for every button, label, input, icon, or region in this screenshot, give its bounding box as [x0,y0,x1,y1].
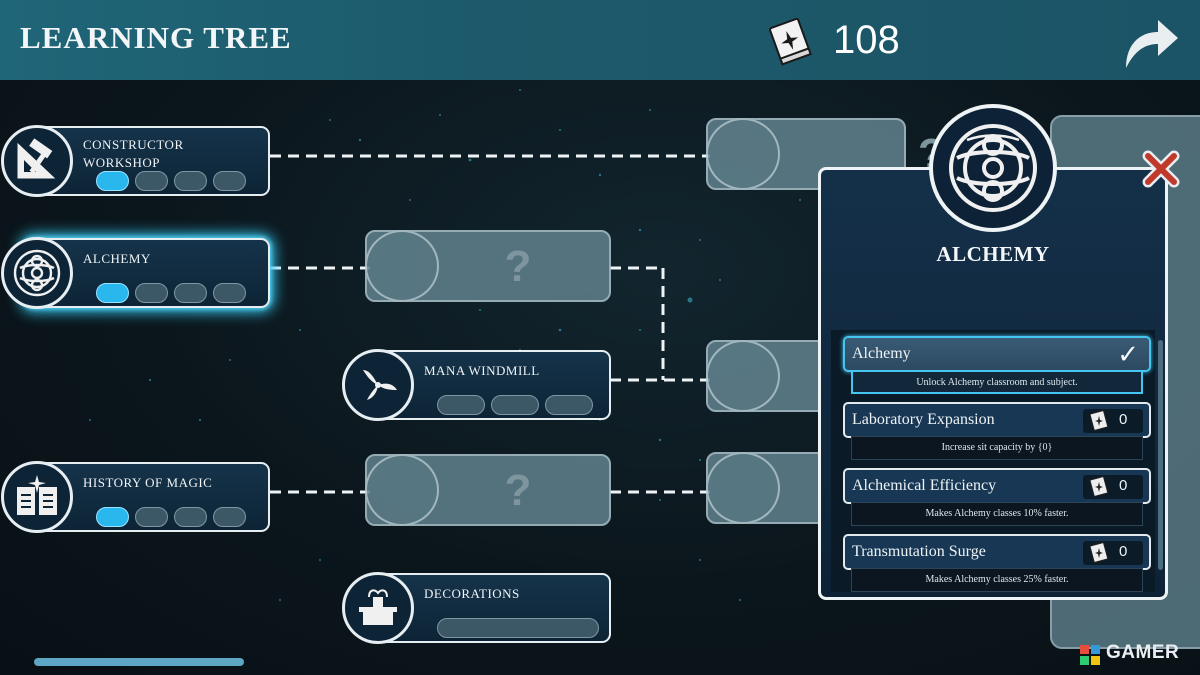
cost-value: 0 [1119,477,1128,494]
upgrade-name: Alchemical Efficiency [852,477,997,494]
level-pip [437,395,485,415]
locked-node[interactable]: ? [365,454,611,526]
close-x-icon [1142,150,1180,188]
upgrade-list-scrollbar[interactable] [1158,340,1163,570]
tree-node-mana-windmill[interactable]: MANA WINDMILL [342,349,611,421]
upgrade-description: Makes Alchemy classes 25% faster. [851,568,1143,592]
node-label: CONSTRUCTOR [83,137,184,152]
cost-value: 0 [1119,411,1128,428]
level-pips [437,618,599,638]
level-pip [545,395,593,415]
node-label: HISTORY OF MAGIC [83,475,213,490]
upgrade-cost: 0 [1083,409,1143,433]
alchemy-circle-icon [929,104,1057,232]
locked-question-mark: ? [504,242,532,291]
level-pip [213,283,246,303]
hammer-ruler-icon [1,125,73,197]
cost-value: 0 [1119,543,1128,560]
upgrade-name: Transmutation Surge [852,543,986,560]
horizontal-scrollbar[interactable] [34,658,244,666]
level-pips [96,283,246,303]
node-label: MANA WINDMILL [424,363,540,378]
level-pip [437,618,599,638]
upgrade-header[interactable]: Laboratory Expansion 0 [843,402,1151,438]
upgrade-description: Increase sit capacity by {0} [851,436,1143,460]
level-pip [96,283,129,303]
upgrade-cost: 0 [1083,475,1143,499]
locked-node-badge [706,452,780,524]
level-pip [135,283,168,303]
watermark-text: GAMER [1106,642,1180,663]
open-book-icon [1,461,73,533]
upgrade-description: Makes Alchemy classes 10% faster. [851,502,1143,526]
tree-node-decorations[interactable]: DECORATIONS [342,572,611,644]
fountain-icon [342,572,414,644]
level-pip [96,171,129,191]
level-pip [135,171,168,191]
spellbook-icon [1089,542,1109,564]
node-label: WORKSHOP [83,155,160,170]
watermark-logo-icon [1080,645,1100,665]
checkmark-icon: ✓ [1117,340,1139,370]
upgrade-name: Alchemy [852,345,911,362]
locked-node[interactable]: ? [365,230,611,302]
level-pips [96,171,246,191]
windmill-icon [342,349,414,421]
upgrade-name: Laboratory Expansion [852,411,995,428]
upgrade-header[interactable]: Alchemical Efficiency 0 [843,468,1151,504]
tree-node-alchemy[interactable]: ALCHEMY [1,237,270,309]
panel-title: ALCHEMY [936,242,1050,266]
spellbook-icon [1089,476,1109,498]
tree-node-constructor-workshop[interactable]: CONSTRUCTOR WORKSHOP [1,125,270,197]
level-pip [96,507,129,527]
level-pip [491,395,539,415]
level-pips [437,395,593,415]
locked-node-badge [706,340,780,412]
close-button[interactable] [1140,148,1182,190]
spellbook-icon [1089,410,1109,432]
locked-question-mark: ? [504,466,532,515]
level-pip [135,507,168,527]
upgrade-list: Alchemy ✓ Unlock Alchemy classroom and s… [831,330,1155,592]
level-pip [174,507,207,527]
upgrade-header[interactable]: Transmutation Surge 0 [843,534,1151,570]
level-pip [174,171,207,191]
level-pip [174,283,207,303]
node-label: DECORATIONS [424,586,520,601]
level-pips [96,507,246,527]
learning-tree-screen: LEARNING TREE 108 CONSTRUCTOR WORKSHOP A… [0,0,1200,675]
upgrade-header[interactable]: Alchemy ✓ [843,336,1151,372]
alchemy-circle-icon [1,237,73,309]
tree-node-history-of-magic[interactable]: HISTORY OF MAGIC [1,461,270,533]
level-pip [213,507,246,527]
watermark: GAMER [1080,641,1195,669]
upgrade-description: Unlock Alchemy classroom and subject. [851,370,1143,394]
upgrade-cost: 0 [1083,541,1143,565]
level-pip [213,171,246,191]
node-label: ALCHEMY [83,251,151,266]
